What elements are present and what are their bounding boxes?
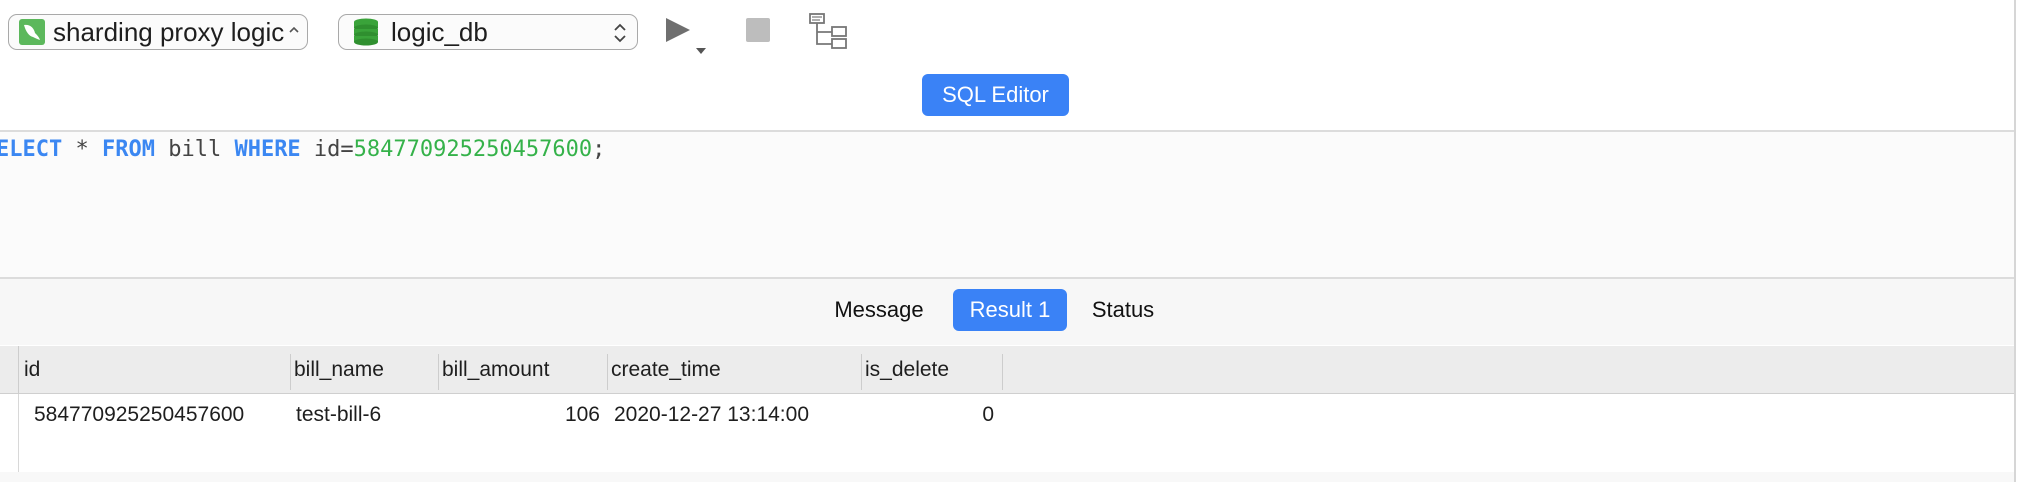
column-header-bill-amount[interactable]: bill_amount: [438, 346, 607, 394]
tab-status[interactable]: Status: [1080, 289, 1166, 331]
database-label: logic_db: [391, 16, 488, 47]
play-icon: [666, 18, 706, 54]
row-gutter-header: [18, 346, 19, 394]
query-value: 584770925250457600: [353, 137, 593, 162]
sql-editor-button[interactable]: SQL Editor: [922, 74, 1069, 116]
mysql-dolphin-icon: [19, 19, 45, 45]
explain-tree-icon: [809, 13, 847, 49]
database-stack-icon: [353, 18, 379, 46]
query-end: ;: [592, 137, 606, 162]
column-separator[interactable]: [1002, 354, 1003, 390]
cell-create-time[interactable]: 2020-12-27 13:14:00: [614, 400, 858, 430]
connection-label: sharding proxy logic: [53, 16, 285, 47]
keyword-select: ELECT: [0, 137, 63, 162]
connection-select[interactable]: sharding proxy logic: [8, 14, 308, 50]
grid-header: id bill_name bill_amount create_time is_…: [0, 346, 2014, 394]
grid-bottom-strip: [0, 472, 2014, 482]
tab-message[interactable]: Message: [824, 289, 934, 331]
stop-button[interactable]: [746, 18, 770, 42]
query-table: bill: [154, 137, 235, 162]
row-gutter: [18, 394, 19, 482]
column-header-id[interactable]: id: [20, 346, 290, 394]
keyword-from: FROM: [101, 137, 155, 162]
chevron-updown-icon: [613, 20, 627, 46]
cell-id[interactable]: 584770925250457600: [34, 400, 288, 430]
tab-result-1[interactable]: Result 1: [953, 289, 1067, 331]
query-star: *: [62, 137, 102, 162]
sql-query-line[interactable]: ELECT * FROM bill WHERE id=5847709252504…: [0, 132, 605, 168]
column-header-bill-name[interactable]: bill_name: [290, 346, 438, 394]
sql-editor[interactable]: ELECT * FROM bill WHERE id=5847709252504…: [0, 132, 2014, 277]
run-button[interactable]: [664, 14, 714, 54]
window-edge: [2014, 0, 2016, 482]
column-header-is-delete[interactable]: is_delete: [861, 346, 1002, 394]
query-condition: id=: [300, 137, 354, 162]
cell-bill-name[interactable]: test-bill-6: [296, 400, 436, 430]
column-header-create-time[interactable]: create_time: [607, 346, 861, 394]
keyword-where: WHERE: [234, 137, 301, 162]
cell-is-delete[interactable]: 0: [862, 400, 994, 430]
chevron-updown-icon: [289, 19, 299, 50]
database-select[interactable]: logic_db: [338, 14, 638, 50]
explain-button[interactable]: [808, 12, 848, 50]
cell-bill-amount[interactable]: 106: [440, 400, 600, 430]
toolbar: sharding proxy logic logic_db: [0, 0, 2014, 64]
